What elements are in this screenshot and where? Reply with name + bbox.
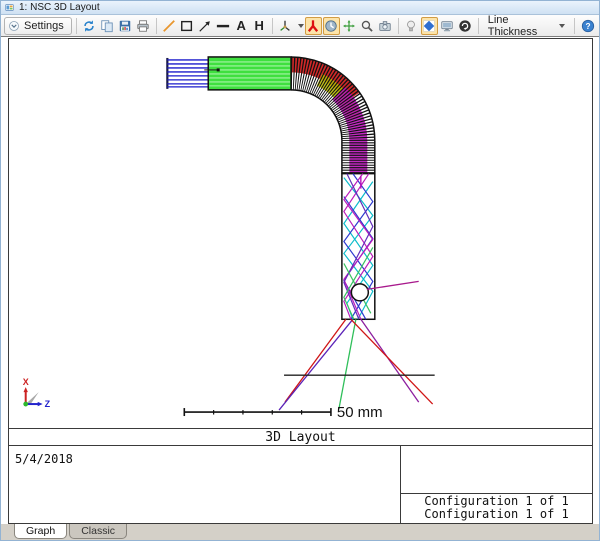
light-pipe-bend [290, 56, 376, 174]
bottom-tabbar: Graph Classic [1, 524, 599, 540]
configuration-line-2: Configuration 1 of 1 [424, 507, 569, 521]
draw-arrow-icon [199, 20, 211, 32]
axis-z-label: Z [45, 399, 51, 409]
draw-rectangle-button[interactable] [179, 17, 196, 35]
draw-thick-line-button[interactable] [215, 17, 232, 35]
tab-classic[interactable]: Classic [69, 524, 128, 539]
configuration-spacer [401, 446, 592, 494]
line-thickness-label: Line Thickness [487, 13, 538, 38]
refresh-button[interactable] [81, 17, 98, 35]
configuration-cell: Configuration 1 of 1 Configuration 1 of … [401, 446, 592, 523]
toolbar-separator [477, 17, 479, 34]
text-h-tool: H [254, 18, 264, 33]
scale-label: 50 mm [337, 404, 383, 421]
exit-rays [278, 318, 434, 411]
scale-bar: 50 mm [183, 404, 383, 421]
line-thickness-dropdown[interactable]: Line Thickness [483, 13, 570, 38]
light-pipe-vertical-segment [341, 172, 419, 321]
camera-icon [379, 20, 391, 31]
window-title: 1: NSC 3D Layout [19, 2, 100, 13]
draw-arrow-button[interactable] [197, 17, 214, 35]
date-cell: 5/4/2018 [9, 446, 401, 523]
toolbar-separator [271, 17, 273, 34]
copy-icon [101, 19, 113, 32]
layout-title: 3D Layout [265, 429, 336, 445]
pan-icon [343, 19, 356, 32]
text-h-button[interactable]: H [251, 17, 268, 35]
detector-circle [350, 283, 370, 302]
zoom-icon [362, 20, 373, 32]
axis-x-label: X [23, 377, 29, 387]
info-panel: 5/4/2018 Configuration 1 of 1 Configurat… [9, 446, 592, 523]
toolbar-separator [75, 17, 77, 34]
solid-model-button[interactable] [420, 16, 438, 35]
axis-triad: X Z [23, 377, 51, 409]
text-a-tool: A [236, 18, 246, 33]
toolbar-separator [574, 17, 575, 34]
monitor-icon [441, 20, 453, 31]
solid-model-icon [424, 20, 435, 31]
draw-line-icon [163, 19, 176, 32]
layout-frame: 50 mm X Z 3D Layout 5/4/2018 Configurati… [8, 38, 593, 524]
nsc-3d-layout-window: 1: NSC 3D Layout Settings A H Line Thick… [0, 0, 600, 541]
lightbulb-icon [407, 20, 416, 31]
print-icon [137, 19, 149, 32]
tab-graph-label: Graph [26, 525, 56, 537]
lightbulb-button[interactable] [403, 17, 420, 35]
layout-title-band: 3D Layout [9, 428, 592, 446]
settings-label: Settings [24, 19, 64, 32]
date-text: 5/4/2018 [15, 452, 73, 466]
real-time-button[interactable] [322, 16, 340, 35]
toolbar-separator [397, 17, 399, 34]
settings-chevron-icon [9, 20, 19, 31]
tab-classic-label: Classic [81, 525, 116, 537]
refresh-icon [84, 19, 94, 32]
save-button[interactable] [117, 17, 134, 35]
reset-view-icon [459, 19, 471, 32]
settings-button[interactable]: Settings [4, 16, 72, 35]
text-a-button[interactable]: A [233, 17, 250, 35]
graph-viewport[interactable]: 50 mm X Z [9, 39, 592, 428]
print-button[interactable] [135, 17, 152, 35]
draw-line-button[interactable] [161, 17, 178, 35]
toolbar-separator [155, 17, 157, 34]
monitor-button[interactable] [439, 17, 456, 35]
source-rays [166, 57, 210, 89]
toolbar: Settings A H Line Thickness ? [1, 13, 599, 38]
save-icon [120, 20, 131, 31]
light-pipe-entry-segment [204, 56, 292, 91]
camera-button[interactable] [377, 17, 394, 35]
reset-view-button[interactable] [457, 17, 474, 35]
tab-graph[interactable]: Graph [14, 524, 68, 539]
line-thickness-caret [559, 23, 565, 28]
draw-rectangle-icon [181, 20, 193, 31]
fly-through-button[interactable] [304, 16, 322, 35]
axis-orientation-icon [280, 20, 291, 31]
help-icon: ? [581, 19, 594, 32]
fly-through-icon [308, 19, 319, 32]
copy-button[interactable] [99, 17, 116, 35]
axis-dropdown-caret[interactable] [297, 23, 304, 28]
svg-text:?: ? [585, 21, 590, 31]
help-button[interactable]: ? [579, 17, 596, 35]
real-time-icon [325, 19, 337, 32]
zoom-button[interactable] [359, 17, 376, 35]
draw-thick-line-icon [217, 24, 230, 27]
window-icon [5, 4, 14, 11]
axis-orientation-button[interactable] [277, 17, 294, 35]
pan-button[interactable] [341, 17, 358, 35]
